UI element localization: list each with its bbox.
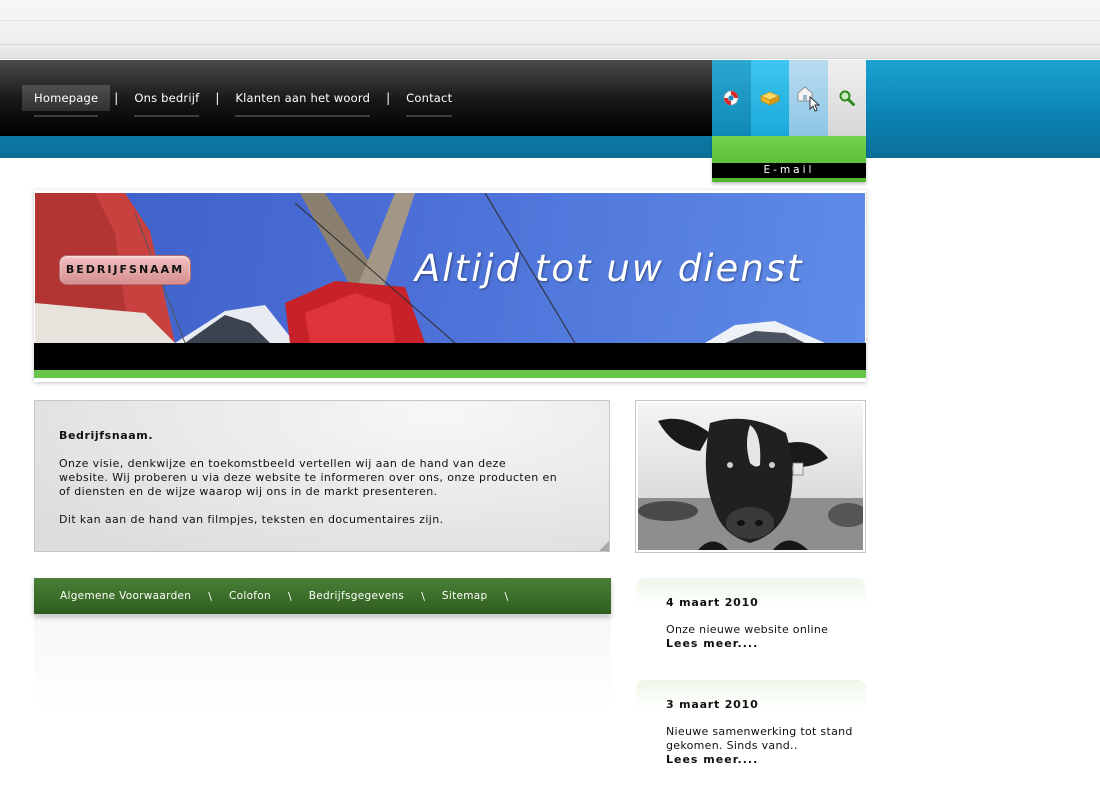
- news-item: 4 maart 2010 Onze nieuwe website online …: [636, 578, 866, 673]
- nav-klanten[interactable]: Klanten aan het woord: [223, 85, 382, 117]
- top-divider-lower: [0, 44, 1100, 45]
- footer-link-bedrijfsgegevens[interactable]: Bedrijfsgegevens: [309, 590, 405, 602]
- cow-photo: [638, 403, 863, 550]
- nav-separator: |: [215, 91, 220, 105]
- footer-separator: \: [287, 589, 292, 603]
- search-button[interactable]: [827, 60, 866, 136]
- read-more-link[interactable]: Lees meer....: [666, 637, 856, 651]
- email-button[interactable]: E-mail: [712, 136, 866, 182]
- search-icon: [839, 90, 855, 106]
- news-date: 3 maart 2010: [666, 698, 759, 711]
- intro-text: Onze visie, denkwijze en toekomstbeeld v…: [59, 457, 559, 541]
- nav-contact-label: Contact: [406, 91, 453, 105]
- banner-photo: BEDRIJFSNAAM Altijd tot uw dienst: [35, 193, 865, 343]
- cow-photo-frame: [635, 400, 866, 553]
- lifebuoy-icon: [723, 90, 739, 106]
- box-button[interactable]: [750, 60, 789, 136]
- brand-badge: BEDRIJFSNAAM: [59, 255, 191, 285]
- nav-underline: [406, 115, 453, 117]
- nav-ons-bedrijf[interactable]: Ons bedrijf: [122, 85, 211, 117]
- news-body: Nieuwe samenwerking tot stand gekomen. S…: [666, 725, 856, 767]
- house-icon: [797, 86, 821, 112]
- intro-paragraph-1: Onze visie, denkwijze en toekomstbeeld v…: [59, 457, 558, 498]
- banner-black-strip: [34, 343, 866, 370]
- footer-links-bar: Algemene Voorwaarden \ Colofon \ Bedrijf…: [34, 578, 611, 614]
- banner-green-strip: [34, 370, 866, 378]
- nav-klanten-label: Klanten aan het woord: [235, 91, 371, 105]
- footer-shadow: [34, 616, 611, 776]
- footer-separator: \: [421, 589, 425, 603]
- box-icon: [760, 91, 780, 106]
- browser-top-area: [0, 0, 1100, 59]
- news-summary: Onze nieuwe website online: [666, 623, 829, 636]
- intro-panel: Bedrijfsnaam. Onze visie, denkwijze en t…: [34, 400, 610, 552]
- nav-separator: |: [114, 91, 119, 105]
- lifebuoy-button[interactable]: [712, 60, 751, 136]
- top-divider: [0, 20, 1100, 21]
- panel-corner: [599, 541, 609, 551]
- footer-link-voorwaarden[interactable]: Algemene Voorwaarden: [60, 590, 191, 602]
- nav-homepage-label: Homepage: [34, 91, 99, 105]
- read-more-link[interactable]: Lees meer....: [666, 753, 856, 767]
- hero-banner: BEDRIJFSNAAM Altijd tot uw dienst: [34, 190, 866, 382]
- footer-separator: \: [504, 589, 509, 603]
- intro-title: Bedrijfsnaam.: [59, 429, 154, 442]
- nav-underline: [34, 115, 99, 117]
- nav-homepage[interactable]: Homepage: [22, 85, 111, 117]
- banner-tagline: Altijd tot uw dienst: [415, 247, 804, 290]
- house-button[interactable]: [789, 60, 828, 136]
- quick-icon-bar: [712, 60, 866, 136]
- main-navigation: Homepage | Ons bedrijf | Klanten aan het…: [22, 81, 464, 117]
- nav-contact[interactable]: Contact: [394, 85, 464, 117]
- news-item: 3 maart 2010 Nieuwe samenwerking tot sta…: [636, 680, 866, 775]
- nav-separator: |: [386, 91, 391, 105]
- news-body: Onze nieuwe website online Lees meer....: [666, 623, 856, 651]
- footer-separator: \: [208, 589, 212, 603]
- nav-underline: [235, 115, 371, 117]
- footer-link-sitemap[interactable]: Sitemap: [442, 590, 488, 602]
- news-summary: Nieuwe samenwerking tot stand gekomen. S…: [666, 725, 853, 752]
- footer-link-colofon[interactable]: Colofon: [229, 590, 271, 602]
- nav-underline: [134, 115, 200, 117]
- intro-paragraph-2: Dit kan aan de hand van filmpjes, tekste…: [59, 513, 444, 526]
- nav-ons-bedrijf-label: Ons bedrijf: [134, 91, 200, 105]
- news-date: 4 maart 2010: [666, 596, 759, 609]
- email-label: E-mail: [712, 163, 866, 178]
